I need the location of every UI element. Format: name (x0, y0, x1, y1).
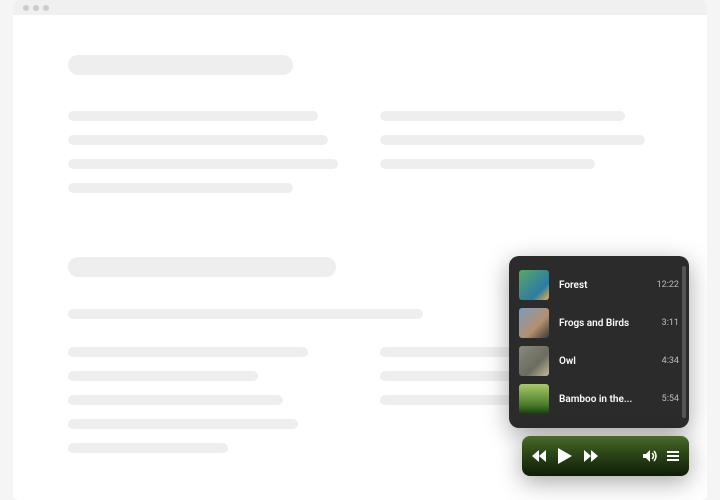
skeleton-line (68, 309, 423, 319)
skeleton-line (380, 159, 595, 169)
track-thumbnail (519, 346, 549, 376)
previous-icon (532, 450, 546, 462)
traffic-light-close[interactable] (23, 5, 29, 11)
skeleton-line (68, 135, 328, 145)
skeleton-line (68, 443, 228, 453)
track-title: Frogs and Birds (559, 318, 652, 329)
track-duration: 3:11 (662, 318, 679, 328)
list-icon (667, 451, 679, 461)
track-row[interactable]: Owl 4:34 (519, 342, 685, 380)
track-title: Bamboo in the... (559, 394, 652, 405)
audio-player (522, 436, 689, 476)
playlist-panel: Forest 12:22 Frogs and Birds 3:11 Owl 4:… (509, 256, 689, 428)
track-row[interactable]: Bamboo in the... 5:54 (519, 380, 685, 418)
track-duration: 5:54 (662, 394, 679, 404)
track-title: Owl (559, 356, 652, 367)
skeleton-line (68, 419, 298, 429)
previous-button[interactable] (532, 450, 546, 462)
skeleton-line (380, 111, 625, 121)
play-icon (558, 448, 572, 464)
next-button[interactable] (584, 450, 598, 462)
skeleton-line (68, 395, 283, 405)
track-duration: 4:34 (662, 356, 679, 366)
playlist-toggle-button[interactable] (667, 451, 679, 461)
track-row[interactable]: Forest 12:22 (519, 266, 685, 304)
app-window: Forest 12:22 Frogs and Birds 3:11 Owl 4:… (13, 0, 707, 500)
volume-icon (643, 450, 657, 462)
skeleton-line (68, 183, 293, 193)
traffic-light-min[interactable] (33, 5, 39, 11)
skeleton-line (68, 347, 308, 357)
next-icon (584, 450, 598, 462)
playlist-scroll: Forest 12:22 Frogs and Birds 3:11 Owl 4:… (519, 266, 685, 418)
traffic-light-max[interactable] (43, 5, 49, 11)
skeleton-title (68, 55, 293, 75)
volume-button[interactable] (643, 450, 657, 462)
skeleton-line (380, 135, 645, 145)
track-thumbnail (519, 308, 549, 338)
skeleton-line (68, 371, 258, 381)
track-title: Forest (559, 280, 647, 291)
titlebar (13, 0, 707, 15)
skeleton-title (68, 257, 336, 277)
track-duration: 12:22 (657, 280, 679, 290)
track-row[interactable]: Frogs and Birds 3:11 (519, 304, 685, 342)
track-thumbnail (519, 384, 549, 414)
playlist-scrollbar[interactable] (682, 266, 686, 418)
skeleton-line (68, 159, 338, 169)
play-button[interactable] (558, 448, 572, 464)
track-thumbnail (519, 270, 549, 300)
skeleton-line (68, 111, 318, 121)
